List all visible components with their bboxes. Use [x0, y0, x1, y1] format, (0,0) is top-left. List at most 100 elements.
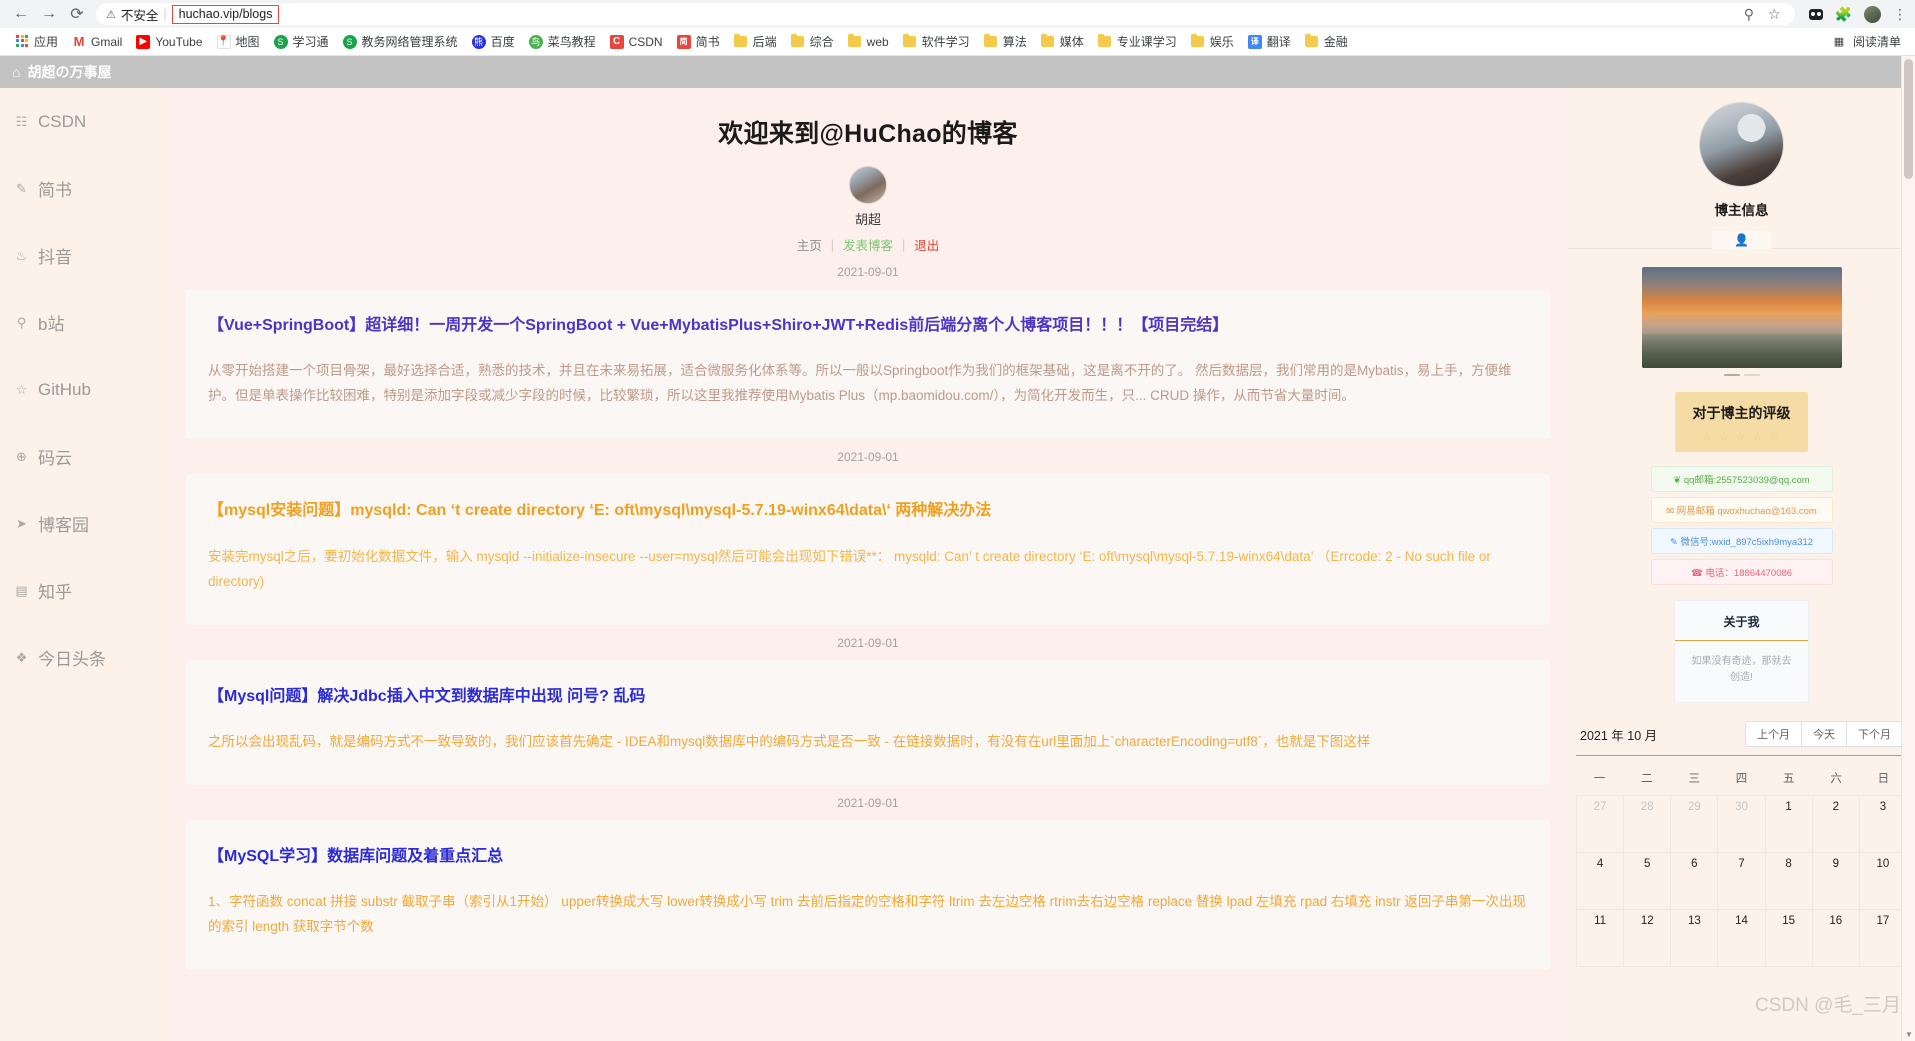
bookmark-Gmail[interactable]: M Gmail — [65, 33, 129, 51]
calendar-day-cell[interactable]: 16 — [1812, 910, 1860, 967]
bookmark-web[interactable]: web — [841, 33, 896, 51]
calendar-day-cell[interactable]: 9 — [1812, 853, 1860, 910]
back-arrow-icon[interactable]: ← — [8, 1, 34, 27]
author-avatar[interactable] — [849, 166, 887, 204]
bookmark-学习通[interactable]: S 学习通 — [267, 31, 336, 52]
post-title[interactable]: 【Mysql问题】解决Jdbc插入中文到数据库中出现 问号? 乱码 — [208, 686, 1528, 708]
blog-post-card[interactable]: 【MySQL学习】数据库问题及着重点汇总 1、字符函数 concat 拼接 sub… — [186, 820, 1550, 971]
wechat-icon: ✎ — [1669, 537, 1678, 548]
bookmark-软件学习[interactable]: 软件学习 — [896, 31, 977, 52]
scrollbar-thumb[interactable] — [1904, 59, 1913, 179]
bookmark-专业课学习[interactable]: 专业课学习 — [1091, 31, 1184, 52]
sidebar-item-知乎[interactable]: ▤ 知乎 — [0, 557, 168, 624]
bookmark-综合[interactable]: 综合 — [784, 31, 841, 52]
extension-dark-icon[interactable] — [1808, 8, 1823, 20]
rating-stars[interactable]: ☆ ☆ ☆ ☆ ☆ — [1675, 430, 1808, 443]
calendar-day-cell[interactable]: 15 — [1765, 910, 1813, 967]
calendar-day-cell[interactable]: 1 — [1765, 796, 1813, 853]
sidebar-item-label: 简书 — [38, 181, 72, 200]
sidebar-item-GitHub[interactable]: ☆ GitHub — [0, 356, 168, 423]
calendar-day-cell[interactable]: 12 — [1624, 910, 1672, 967]
bookmark-应用[interactable]: 应用 — [8, 31, 65, 52]
bookmark-算法[interactable]: 算法 — [977, 31, 1034, 52]
contact-qq-penguin[interactable]: ❦ qq邮箱:2557523039@qq.com — [1650, 466, 1833, 492]
calendar-day-cell[interactable]: 17 — [1859, 910, 1907, 967]
csdn-nav-icon: ☷ — [15, 113, 28, 129]
bookmark-后端[interactable]: 后端 — [727, 31, 784, 52]
home-icon: ⌂ — [12, 64, 21, 80]
bookmark-金融[interactable]: 金融 — [1298, 31, 1355, 52]
bookmark-娱乐[interactable]: 娱乐 — [1184, 31, 1241, 52]
calendar-day-cell[interactable]: 10 — [1859, 853, 1907, 910]
calendar-day-cell[interactable]: 29 — [1671, 796, 1719, 853]
site-brand[interactable]: ⌂ 胡超の万事屋 — [0, 56, 168, 88]
bookmark-教务网络管理系统[interactable]: S 教务网络管理系统 — [336, 31, 465, 52]
sidebar-item-抖音[interactable]: ♨ 抖音 — [0, 222, 168, 289]
calendar-day-cell[interactable]: 4 — [1577, 853, 1625, 910]
sidebar-item-今日头条[interactable]: ❖ 今日头条 — [0, 624, 168, 691]
bookmark-简书[interactable]: 简简书 — [670, 31, 727, 52]
bookmark-媒体[interactable]: 媒体 — [1034, 31, 1091, 52]
nav-logout-link[interactable]: 退出 — [914, 235, 939, 254]
carousel-dot-1[interactable] — [1723, 374, 1740, 376]
bookmark-菜鸟教程[interactable]: 鸟菜鸟教程 — [522, 31, 603, 52]
bookmark-地图[interactable]: 📍 地图 — [210, 31, 267, 52]
calendar-day-cell[interactable]: 6 — [1671, 853, 1719, 910]
address-bar[interactable]: ⚠ 不安全 | huchao.vip/blogs ⚲ ☆ — [96, 3, 1795, 25]
post-title[interactable]: 【mysql安装问题】mysqld: Can ‘t create directo… — [208, 500, 1528, 522]
calendar-header: 2021 年 10 月 上个月 今天 下个月 — [1576, 721, 1907, 755]
three-dot-menu-icon[interactable]: ⋮ — [1893, 7, 1907, 21]
search-icon[interactable]: ⚲ — [1744, 6, 1754, 23]
next-month-button[interactable]: 下个月 — [1846, 721, 1903, 747]
bookmark-YouTube[interactable]: ▶ YouTube — [129, 33, 209, 51]
reading-list-button[interactable]: ▦ 阅读清单 — [1832, 33, 1907, 50]
calendar-day-cell[interactable]: 5 — [1624, 853, 1672, 910]
calendar-day-cell[interactable]: 8 — [1765, 853, 1813, 910]
sidebar-item-b站[interactable]: ⚲ b站 — [0, 289, 168, 356]
calendar-day-cell[interactable]: 30 — [1718, 796, 1766, 853]
today-button[interactable]: 今天 — [1801, 721, 1847, 747]
post-title[interactable]: 【Vue+SpringBoot】超详细！一周开发一个SpringBoot + V… — [208, 315, 1528, 337]
sidebar-item-CSDN[interactable]: ☷ CSDN — [0, 88, 168, 155]
page-scrollbar[interactable]: ▼ — [1901, 56, 1915, 1041]
csdn-icon: C — [609, 34, 624, 49]
url-text[interactable]: huchao.vip/blogs — [171, 4, 280, 24]
calendar-day-cell[interactable]: 13 — [1671, 910, 1719, 967]
calendar-day-cell[interactable]: 3 — [1859, 796, 1907, 853]
blog-post-card[interactable]: 【Vue+SpringBoot】超详细！一周开发一个SpringBoot + V… — [186, 289, 1550, 440]
calendar-day-cell[interactable]: 2 — [1812, 796, 1860, 853]
blog-post-card[interactable]: 【Mysql问题】解决Jdbc插入中文到数据库中出现 问号? 乱码 之所以会出现乱… — [186, 659, 1550, 786]
calendar-day-cell[interactable]: 7 — [1718, 853, 1766, 910]
bookmark-label: 后端 — [752, 35, 777, 49]
contact-phone[interactable]: ☎ 电话：18864470086 — [1650, 559, 1833, 585]
contact-wechat[interactable]: ✎ 微信号:wxid_897c5ixh9mya312 — [1650, 528, 1833, 554]
bookmark-CSDN[interactable]: C CSDN — [603, 33, 670, 51]
prev-month-button[interactable]: 上个月 — [1745, 721, 1802, 747]
nav-post-link[interactable]: 发表博客 — [843, 235, 893, 254]
contact-mail[interactable]: ✉ 网易邮箱 qwoxhuchao@163.com — [1650, 497, 1833, 523]
bookmark-百度[interactable]: 熊百度 — [465, 31, 522, 52]
reload-icon[interactable]: ⟳ — [64, 1, 90, 27]
carousel-image[interactable] — [1641, 267, 1842, 368]
scroll-down-arrow-icon[interactable]: ▼ — [1905, 1030, 1913, 1039]
post-title[interactable]: 【MySQL学习】数据库问题及着重点汇总 — [208, 846, 1528, 868]
star-icon[interactable]: ☆ — [1768, 6, 1781, 23]
profile-avatar-icon[interactable] — [1864, 5, 1881, 23]
sidebar-item-码云[interactable]: ⊕ 码云 — [0, 423, 168, 490]
person-icon[interactable]: 👤 — [1712, 231, 1771, 249]
sidebar-item-简书[interactable]: ✎ 简书 — [0, 155, 168, 222]
forward-arrow-icon[interactable]: → — [36, 1, 62, 27]
carousel-dot-2[interactable] — [1743, 374, 1760, 376]
sidebar-item-博客园[interactable]: ➤ 博客园 — [0, 490, 168, 557]
bookmark-翻译[interactable]: 译翻译 — [1241, 31, 1298, 52]
bookmark-label: CSDN — [628, 34, 663, 49]
blog-post-card[interactable]: 【mysql安装问题】mysqld: Can ‘t create directo… — [186, 474, 1550, 625]
calendar-day-cell[interactable]: 28 — [1624, 796, 1672, 853]
blogger-avatar[interactable] — [1699, 102, 1784, 187]
calendar-day-cell[interactable]: 14 — [1718, 910, 1766, 967]
calendar-day-cell[interactable]: 11 — [1577, 910, 1625, 967]
puzzle-icon[interactable]: 🧩 — [1835, 6, 1852, 23]
calendar-nav-buttons: 上个月 今天 下个月 — [1745, 721, 1903, 747]
calendar-day-cell[interactable]: 27 — [1577, 796, 1625, 853]
nav-home-link[interactable]: 主页 — [797, 235, 822, 254]
